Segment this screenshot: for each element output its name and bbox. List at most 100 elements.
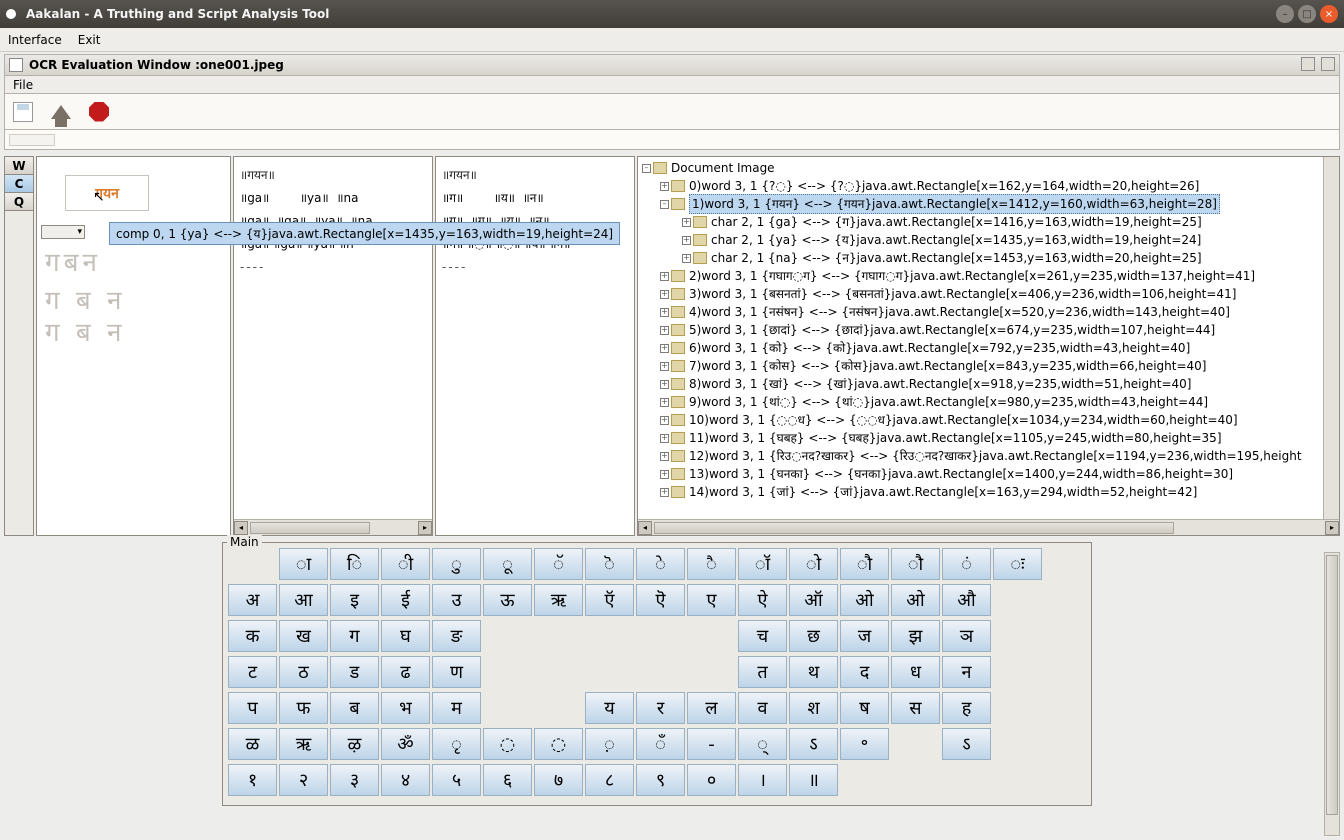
key-ू[interactable]: ू [483,548,532,580]
subwin-dock-button[interactable] [1301,57,1315,71]
tree-node-5[interactable]: 5)word 3, 1 {छादां} <--> {छादां}java.awt… [689,321,1215,339]
key-ौ[interactable]: ौ [840,548,889,580]
submenu-file[interactable]: File [13,78,33,92]
tree-node-3[interactable]: 3)word 3, 1 {बसनतां} <--> {बसनतां}java.a… [689,285,1236,303]
toggle-q[interactable]: Q [5,193,33,211]
key-ल[interactable]: ल [687,692,736,724]
dropdown[interactable]: ▾ [41,225,85,239]
key-छ[interactable]: छ [789,620,838,652]
key-ऴ[interactable]: ऴ [330,728,379,760]
highlighted-snippet[interactable]: गयन [65,175,149,211]
key-ँ[interactable]: ँ [636,728,685,760]
key-ख[interactable]: ख [279,620,328,652]
key-ऋ[interactable]: ऋ [534,584,583,616]
key-ऽ[interactable]: ऽ [789,728,838,760]
key-ऑ[interactable]: ऑ [789,584,838,616]
key-द[interactable]: द [840,656,889,688]
key-स[interactable]: स [891,692,940,724]
key-ै[interactable]: ै [687,548,736,580]
close-button[interactable]: × [1320,5,1338,23]
tree-node-6[interactable]: 6)word 3, 1 {को} <--> {को}java.awt.Recta… [689,339,1190,357]
key-ढ[interactable]: ढ [381,656,430,688]
key-श[interactable]: श [789,692,838,724]
tree-node-4[interactable]: 4)word 3, 1 {नसंषन} <--> {नसंषन}java.awt… [689,303,1230,321]
menu-interface[interactable]: Interface [8,33,62,47]
key-ौ[interactable]: ौ [891,548,940,580]
key-र[interactable]: र [636,692,685,724]
key-ष[interactable]: ष [840,692,889,724]
menu-exit[interactable]: Exit [78,33,101,47]
key-ण[interactable]: ण [432,656,481,688]
key-प[interactable]: प [228,692,277,724]
key-ई[interactable]: ई [381,584,430,616]
key-ठ[interactable]: ठ [279,656,328,688]
key-ॉ[interactable]: ॉ [738,548,787,580]
key-फ[interactable]: फ [279,692,328,724]
key-झ[interactable]: झ [891,620,940,652]
key-ऊ[interactable]: ऊ [483,584,532,616]
key-्[interactable]: ् [738,728,787,760]
subwin-max-button[interactable] [1321,57,1335,71]
key-६[interactable]: ६ [483,764,532,796]
key-७[interactable]: ७ [534,764,583,796]
key-ः[interactable]: ः [993,548,1042,580]
key-ऍ[interactable]: ऍ [585,584,634,616]
key-२[interactable]: २ [279,764,328,796]
key-ऋ[interactable]: ऋ [279,728,328,760]
key-ऽ[interactable]: ऽ [942,728,991,760]
key-थ[interactable]: थ [789,656,838,688]
tree-node-9[interactable]: 9)word 3, 1 {थां◌} <--> {थां◌}java.awt.R… [689,393,1208,411]
key-५[interactable]: ५ [432,764,481,796]
key-ङ[interactable]: ङ [432,620,481,652]
key-ऐ[interactable]: ऐ [738,584,787,616]
key-ि[interactable]: ि [330,548,379,580]
key-ञ[interactable]: ञ [942,620,991,652]
key-ड[interactable]: ड [330,656,379,688]
save-icon[interactable] [13,102,33,122]
toggle-w[interactable]: W [5,157,33,175]
tree-root[interactable]: Document Image [671,159,775,177]
minimize-button[interactable]: – [1276,5,1294,23]
tree-node-12[interactable]: 12)word 3, 1 {रिउ◌नद?खाकर} <--> {रिउ◌नद?… [689,447,1302,465]
key-ी[interactable]: ी [381,548,430,580]
thumbnail-chip[interactable] [9,134,55,146]
key-८[interactable]: ८ [585,764,634,796]
tree-node-10[interactable]: 10)word 3, 1 {◌◌ध} <--> {◌◌ध}java.awt.Re… [689,411,1238,429]
tree-node-13[interactable]: 13)word 3, 1 {घनका} <--> {घनका}java.awt.… [689,465,1233,483]
home-icon[interactable] [51,105,71,119]
key-औ[interactable]: औ [942,584,991,616]
key-॥[interactable]: ॥ [789,764,838,796]
key-१[interactable]: १ [228,764,277,796]
tree-node-8[interactable]: 8)word 3, 1 {खां} <--> {खां}java.awt.Rec… [689,375,1191,393]
key-◌[interactable]: ◌ [534,728,583,760]
key-ॆ[interactable]: ॆ [585,548,634,580]
key-़[interactable]: ़ [585,728,634,760]
key-ो[interactable]: ो [789,548,838,580]
key-इ[interactable]: इ [330,584,379,616]
key-म[interactable]: म [432,692,481,724]
key-ध[interactable]: ध [891,656,940,688]
maximize-button[interactable]: □ [1298,5,1316,23]
key-ग[interactable]: ग [330,620,379,652]
key-ब[interactable]: ब [330,692,379,724]
key-ॐ[interactable]: ॐ [381,728,430,760]
document-tree[interactable]: –Document Image +0)word 3, 1 {?◌} <--> {… [638,157,1323,519]
key-उ[interactable]: उ [432,584,481,616]
key-घ[interactable]: घ [381,620,430,652]
tree-vscroll[interactable] [1323,157,1339,519]
key-ॅ[interactable]: ॅ [534,548,583,580]
key-े[interactable]: े [636,548,685,580]
key-ह[interactable]: ह [942,692,991,724]
key-न[interactable]: न [942,656,991,688]
key-४[interactable]: ४ [381,764,430,796]
key-ु[interactable]: ु [432,548,481,580]
tree-node-2[interactable]: 2)word 3, 1 {गघाग◌ग} <--> {गघाग◌ग}java.a… [689,267,1255,285]
key-ए[interactable]: ए [687,584,736,616]
key-९[interactable]: ९ [636,764,685,796]
page-vscroll[interactable] [1324,552,1340,836]
key-ऎ[interactable]: ऎ [636,584,685,616]
tree-hscroll[interactable]: ◂ ▸ [638,519,1339,535]
key-च[interactable]: च [738,620,787,652]
key-ओ[interactable]: ओ [840,584,889,616]
tree-node-11[interactable]: 11)word 3, 1 {घबह} <--> {घबह}java.awt.Re… [689,429,1222,447]
